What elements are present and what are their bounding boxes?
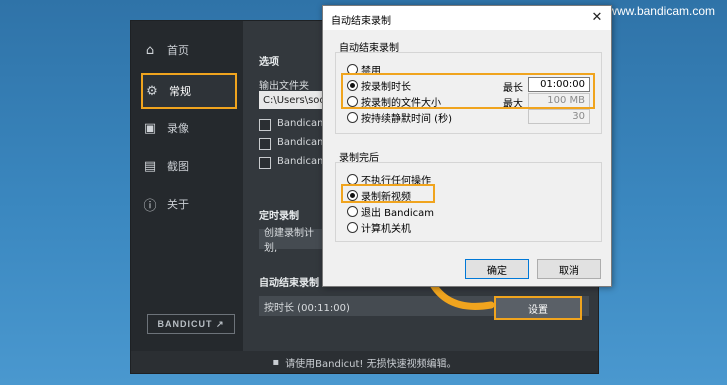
dialog-titlebar[interactable]: 自动结束录制 ✕ xyxy=(323,6,611,30)
gear-icon: ⚙ xyxy=(146,83,158,99)
silence-input[interactable]: 30 xyxy=(528,109,590,124)
checkbox[interactable] xyxy=(259,138,271,150)
checkbox-label: Bandicam xyxy=(277,118,327,129)
sidebar-item-home[interactable]: ⌂ 首页 xyxy=(141,35,237,65)
autostop-dialog: 自动结束录制 ✕ 自动结束录制 禁用 按录制时长 按录制的文件大小 按持续静默时… xyxy=(322,5,612,287)
sidebar: ⌂ 首页 ⚙ 常规 ▣ 录像 ▤ 截图 ⓘ 关于 BANDICUT ↗ xyxy=(131,21,243,351)
home-icon: ⌂ xyxy=(145,42,155,58)
info-icon: ⓘ xyxy=(143,198,157,214)
sidebar-item-label: 录像 xyxy=(167,122,189,135)
checkbox[interactable] xyxy=(259,119,271,131)
sidebar-item-label: 常规 xyxy=(169,85,191,98)
schedule-field[interactable]: 创建录制计划, xyxy=(259,228,329,254)
bandicut-logo[interactable]: BANDICUT ↗ xyxy=(147,314,235,334)
checkbox-label: Bandicam xyxy=(277,137,327,148)
autostop-title: 自动结束录制 xyxy=(259,278,319,289)
dialog-title: 自动结束录制 xyxy=(331,16,391,27)
sidebar-item-about[interactable]: ⓘ 关于 xyxy=(141,189,237,219)
duration-highlight xyxy=(341,73,595,109)
sidebar-item-label: 首页 xyxy=(167,44,189,57)
chat-icon: ▪ xyxy=(272,356,280,368)
new-recording-highlight xyxy=(341,184,435,203)
checkbox-label: Bandicam xyxy=(277,156,327,167)
option-label: 退出 Bandicam xyxy=(361,208,434,219)
option-exit-bandicam[interactable]: 退出 Bandicam xyxy=(347,204,434,219)
ok-button[interactable]: 确定 xyxy=(465,259,529,279)
sidebar-item-label: 截图 xyxy=(167,160,189,173)
option-label: 计算机关机 xyxy=(361,224,411,235)
checkbox[interactable] xyxy=(259,157,271,169)
option-by-silence[interactable]: 按持续静默时间 (秒) xyxy=(347,110,452,125)
image-icon: ▤ xyxy=(143,158,157,174)
sidebar-item-video[interactable]: ▣ 录像 xyxy=(141,113,237,143)
watermark-text: www.bandicam.com xyxy=(608,4,715,18)
sidebar-item-general[interactable]: ⚙ 常规 xyxy=(141,73,237,109)
footer-text: 请使用Bandicut! 无损快速视频编辑。 xyxy=(285,358,457,370)
option-label: 按持续静默时间 (秒) xyxy=(361,114,452,125)
video-icon: ▣ xyxy=(143,120,157,136)
cancel-button[interactable]: 取消 xyxy=(537,259,601,279)
output-folder-label: 输出文件夹 xyxy=(259,81,309,92)
radio-button[interactable] xyxy=(347,222,358,233)
section-title: 选项 xyxy=(259,57,279,68)
schedule-title: 定时录制 xyxy=(259,211,299,222)
radio-button[interactable] xyxy=(347,112,358,123)
sidebar-item-label: 关于 xyxy=(167,198,189,211)
settings-button[interactable]: 设置 xyxy=(494,296,582,320)
close-icon[interactable]: ✕ xyxy=(589,9,605,25)
sidebar-item-image[interactable]: ▤ 截图 xyxy=(141,151,237,181)
radio-button[interactable] xyxy=(347,206,358,217)
option-shutdown[interactable]: 计算机关机 xyxy=(347,220,411,235)
footer-bar[interactable]: ▪ 请使用Bandicut! 无损快速视频编辑。 xyxy=(131,351,598,373)
